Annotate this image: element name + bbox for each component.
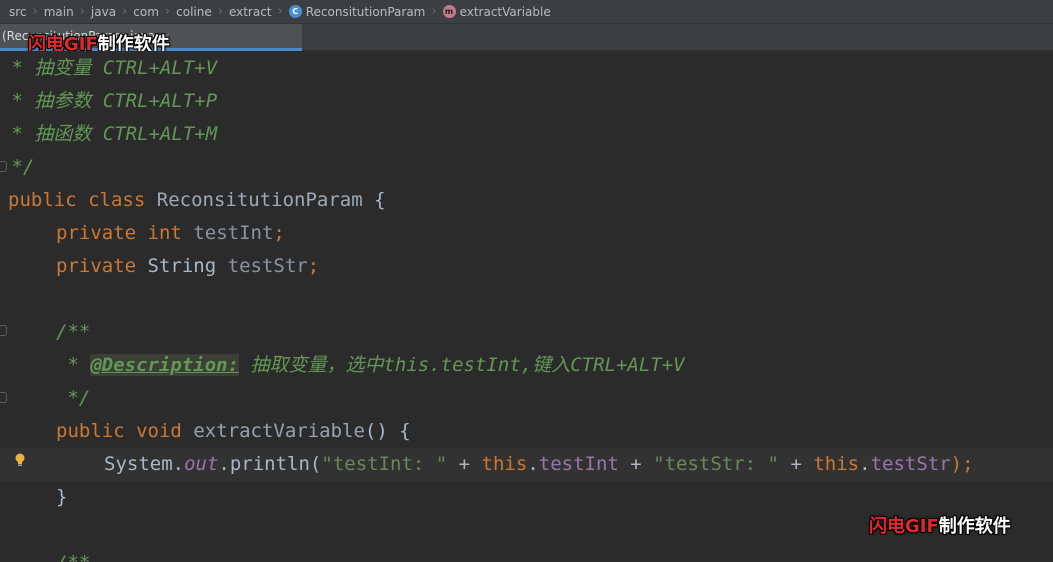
field-test-int: testInt [538,453,619,475]
operator: + [447,453,482,475]
system-class: System [104,453,173,475]
code-line: * 抽参数 CTRL+ALT+P [0,85,1053,118]
field-test-str: testStr [870,453,951,475]
breadcrumb-label: src [9,4,27,19]
comment-text: 抽取变量，选中this.testInt,键入CTRL+ALT+V [239,354,685,376]
code-line: private int testInt; [0,217,1053,250]
class-icon: C [288,5,302,18]
class-name: ReconsitutionParam [156,189,363,211]
comment-open: /** [56,321,91,343]
breadcrumb-label: main [43,4,74,19]
breadcrumb-item-coline[interactable]: coline [176,5,212,19]
method-params: () { [364,420,411,442]
chevron-right-icon: › [217,4,223,19]
keyword-public: public [56,420,125,442]
chevron-right-icon: › [32,4,38,19]
code-line: public void extractVariable() { [0,415,1053,448]
comment-text: 抽函数 CTRL+ALT+M [34,123,218,145]
code-line: * 抽变量 CTRL+ALT+V [0,52,1053,85]
string-literal: "testInt: " [321,453,448,475]
watermark-brand: 闪电GIF [869,516,939,537]
statement-end: ); [950,453,974,475]
keyword-private: private [56,222,137,244]
code-line: public class ReconsitutionParam { [0,184,1053,217]
code-line: */ [0,151,1053,184]
breadcrumb-item-method[interactable]: m extractVariable [442,4,551,19]
semicolon: ; [273,222,285,244]
comment-star: * [56,354,91,376]
string-literal: "testStr: " [653,453,780,475]
method-name: extractVariable [193,420,365,442]
breadcrumb-label: extract [228,4,272,19]
comment-end: */ [56,387,91,409]
doc-tag: @Description: [90,354,240,376]
comment-open: /** [56,552,90,562]
keyword-public: public [8,189,77,211]
field-test-str: testStr [227,255,308,277]
keyword-private: private [56,255,137,277]
code-line: /** [0,316,1053,349]
code-line: /** [0,547,1053,562]
comment-star: * [0,57,35,79]
code-line: */ [0,382,1053,415]
dot: . [859,453,871,475]
operator: + [618,453,654,475]
breadcrumb-item-java[interactable]: java [91,5,116,19]
breadcrumb-item-com[interactable]: com [133,5,159,19]
keyword-void: void [136,420,182,442]
breadcrumb-label: extractVariable [459,4,551,19]
chevron-right-icon: › [277,4,283,19]
semicolon: ; [307,255,320,277]
comment-star: * [0,90,35,112]
dot: . [527,453,539,475]
comment-text: 抽变量 CTRL+ALT+V [34,57,218,79]
type-string: String [147,255,217,277]
lightbulb-icon[interactable] [14,452,26,468]
comment-end: */ [0,156,35,178]
chevron-right-icon: › [122,4,128,19]
breadcrumb-label: com [133,4,159,19]
keyword-class: class [88,189,146,211]
code-line: * @Description: 抽取变量，选中this.testInt,键入CT… [0,349,1053,382]
operator: + [779,453,814,475]
code-line-current: System.out.println("testInt: " + this.te… [0,448,1053,481]
static-field-out: out [184,453,219,475]
comment-star: * [0,123,35,145]
brace: { [362,189,386,211]
breadcrumb-label: java [90,4,117,19]
breadcrumb-label: ReconsitutionParam [305,4,426,19]
breadcrumb-item-extract[interactable]: extract [229,5,272,19]
comment-text: 抽参数 CTRL+ALT+P [34,90,218,112]
breadcrumb-item-main[interactable]: main [44,5,74,19]
chevron-right-icon: › [164,4,171,19]
method-call: .println( [218,453,322,475]
code-line: * 抽函数 CTRL+ALT+M [0,118,1053,151]
code-line: } [0,481,1053,514]
code-line: private String testStr; [0,250,1053,283]
chevron-right-icon: › [431,4,437,19]
breadcrumb-item-src[interactable]: src [9,5,27,19]
brace: } [56,486,68,508]
breadcrumb-label: coline [176,4,212,19]
chevron-right-icon: › [79,4,85,19]
keyword-this: this [481,453,528,475]
method-icon: m [442,5,456,18]
watermark-bottom: 闪电GIF制作软件 [869,512,1011,538]
field-test-int: testInt [193,222,274,244]
breadcrumb: src › main › java › com › coline › extra… [0,0,1053,24]
keyword-this: this [813,453,860,475]
breadcrumb-item-class[interactable]: C ReconsitutionParam [288,4,426,19]
watermark-text: 制作软件 [938,516,1011,537]
code-editor[interactable]: * 抽变量 CTRL+ALT+V * 抽参数 CTRL+ALT+P * 抽函数 … [0,51,1053,562]
type-int: int [147,222,182,244]
dot: . [172,453,185,475]
